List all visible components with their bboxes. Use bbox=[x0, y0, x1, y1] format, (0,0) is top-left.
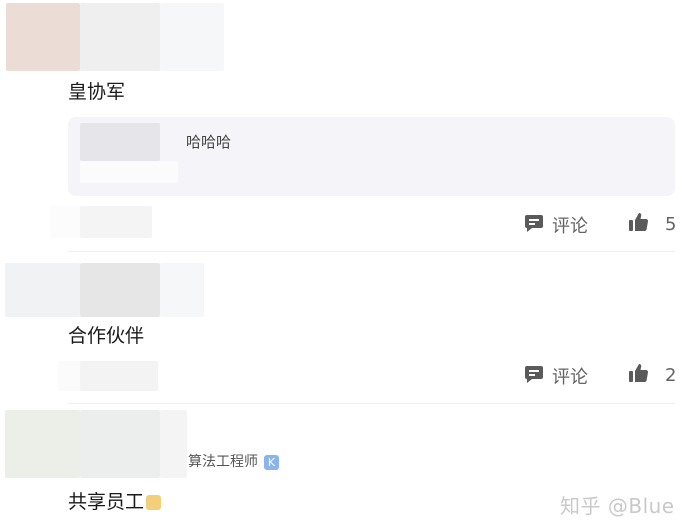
blurred-timestamp bbox=[80, 361, 158, 391]
blurred-meta bbox=[160, 3, 224, 71]
avatar[interactable] bbox=[5, 410, 80, 478]
divider bbox=[68, 403, 675, 404]
comment-text: 共享员工 bbox=[68, 490, 162, 514]
like-count: 2 bbox=[665, 365, 677, 386]
blurred-username[interactable] bbox=[80, 410, 160, 478]
blurred-meta bbox=[160, 263, 204, 317]
blurred-timestamp bbox=[50, 206, 80, 238]
blurred-timestamp bbox=[58, 361, 80, 391]
emoji-icon bbox=[146, 495, 162, 510]
blurred-meta bbox=[160, 410, 187, 478]
thumbs-up-icon bbox=[628, 363, 649, 388]
like-button[interactable]: 5 bbox=[628, 212, 676, 237]
comment-text: 皇协军 bbox=[68, 81, 126, 103]
blurred-username[interactable] bbox=[80, 263, 160, 317]
user-title: 算法工程师 K bbox=[188, 451, 279, 471]
quote-blurred-image-lower bbox=[80, 161, 178, 183]
comment-text: 合作伙伴 bbox=[68, 325, 145, 347]
quoted-reply[interactable]: 哈哈哈 bbox=[68, 117, 675, 196]
comment-text-content: 共享员工 bbox=[68, 491, 145, 513]
quote-text: 哈哈哈 bbox=[186, 133, 232, 151]
like-button[interactable]: 2 bbox=[628, 363, 676, 388]
k-badge-icon: K bbox=[264, 454, 279, 470]
divider bbox=[68, 251, 675, 252]
comment-button[interactable]: 评论 bbox=[524, 363, 588, 389]
blurred-username[interactable] bbox=[80, 3, 160, 71]
blurred-timestamp bbox=[80, 206, 152, 238]
user-title-text: 算法工程师 bbox=[188, 454, 258, 470]
comment-label: 评论 bbox=[552, 367, 588, 388]
comment-icon bbox=[524, 213, 544, 238]
thumbs-up-icon bbox=[628, 212, 649, 237]
comment-icon bbox=[524, 364, 544, 389]
avatar[interactable] bbox=[6, 3, 80, 71]
like-count: 5 bbox=[665, 214, 677, 235]
comment-label: 评论 bbox=[552, 216, 588, 237]
watermark: 知乎 @Blue bbox=[560, 494, 675, 518]
avatar[interactable] bbox=[5, 263, 80, 317]
quote-blurred-image bbox=[80, 123, 160, 161]
comment-button[interactable]: 评论 bbox=[524, 212, 588, 238]
